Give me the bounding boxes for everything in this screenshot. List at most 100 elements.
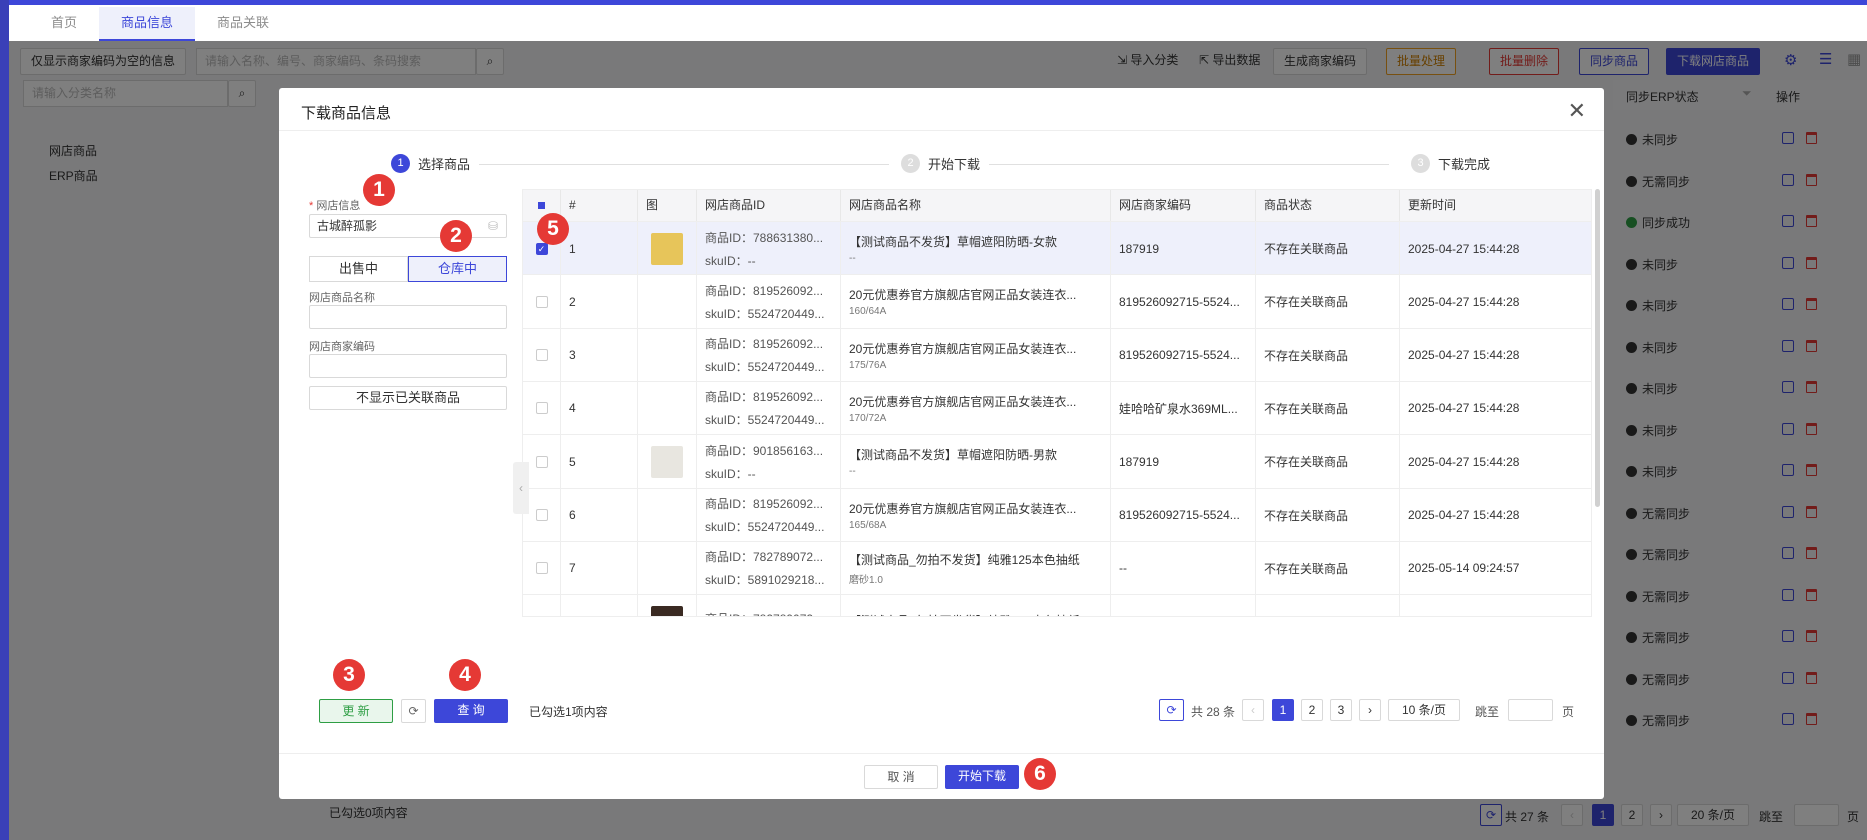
product-spec: 160/64A [849, 306, 887, 318]
sku-id: skuID：-- [705, 466, 756, 481]
shop-info-label: * 网店信息 [309, 197, 360, 213]
product-name: 【测试商品_勿拍不发货】纯雅125本色抽纸 [849, 552, 1080, 567]
page-3-button[interactable]: 3 [1330, 699, 1352, 721]
update-time: 2025-04-27 15:44:28 [1408, 454, 1520, 469]
product-status: 不存在关联商品 [1264, 348, 1349, 363]
sku-id: skuID：5524720449... [705, 413, 825, 428]
table-row[interactable]: 商品ID：782789072... 【测试商品_勿拍不发货】纯雅125本色抽纸 [523, 594, 1591, 616]
product-id: 商品ID：788631380... [705, 230, 824, 245]
product-spec: -- [849, 466, 856, 478]
tab-home[interactable]: 首页 [29, 7, 99, 41]
update-time: 2025-04-27 15:44:28 [1408, 508, 1520, 522]
update-time: 2025-04-27 15:44:28 [1408, 294, 1520, 309]
product-spec: -- [849, 253, 856, 264]
callout-badge-3: 3 [333, 659, 365, 691]
cancel-button[interactable]: 取 消 [864, 765, 938, 789]
row-index: 1 [569, 241, 576, 256]
required-mark: * [309, 200, 314, 212]
update-time: 2025-04-27 15:44:28 [1408, 241, 1520, 256]
pagination-refresh-icon[interactable]: ⟳ [1159, 699, 1184, 721]
row-index: 5 [569, 454, 576, 469]
table-scrollbar[interactable] [1595, 189, 1600, 507]
table-row[interactable]: ✓ 1 商品ID：788631380... skuID：-- 【测试商品不发货】草帽遮阳… [523, 221, 1591, 275]
page-1-button[interactable]: 1 [1272, 699, 1294, 721]
on-sale-option[interactable]: 出售中 [309, 256, 408, 282]
row-checkbox[interactable] [535, 349, 548, 362]
product-thumbnail [651, 445, 683, 478]
close-icon[interactable]: ✕ [1568, 98, 1586, 124]
page-size-select[interactable]: 10 条/页 [1388, 699, 1460, 721]
step-1: 1 选择商品 [391, 154, 470, 173]
merchant-code-label: 网店商家编码 [309, 341, 375, 353]
row-checkbox[interactable] [535, 455, 548, 468]
row-checkbox[interactable] [535, 615, 548, 616]
merchant-code-input[interactable] [309, 354, 507, 378]
refresh-icon[interactable]: ⟳ [401, 699, 426, 723]
product-id: 商品ID：782789072... [705, 550, 824, 565]
in-warehouse-option[interactable]: 仓库中 [408, 256, 507, 282]
total-count: 共 28 条 [1191, 705, 1236, 719]
update-time: 2025-05-14 09:24:57 [1408, 561, 1520, 576]
product-table: # 图 网店商品ID 网店商品名称 网店商家编码 商品状态 更新时间 ✓ 1 商品I… [522, 189, 1592, 617]
query-button[interactable]: 查 询 [434, 699, 508, 723]
product-thumbnail [651, 605, 683, 616]
row-checkbox[interactable] [535, 402, 548, 415]
update-button[interactable]: 更 新 [319, 699, 393, 723]
row-checkbox[interactable] [535, 295, 548, 308]
shop-info-label-text: 网店信息 [316, 200, 361, 212]
jump-page-input[interactable] [1508, 699, 1553, 721]
shop-select[interactable]: 古城醉孤影 ⛁ [309, 214, 507, 238]
product-name: 20元优惠券官方旗舰店官网正品女装连衣... [849, 341, 1077, 356]
col-product-status: 商品状态 [1256, 190, 1400, 221]
sku-id: skuID：5524720449... [705, 360, 825, 375]
next-page-button[interactable]: › [1359, 699, 1381, 721]
product-id: 商品ID：819526092... [705, 497, 824, 511]
merchant-code: 娃哈哈矿泉水369ML... [1119, 401, 1238, 416]
step-1-num: 1 [391, 154, 410, 173]
update-time: 2025-04-27 15:44:28 [1408, 401, 1520, 416]
row-index: 3 [569, 348, 576, 363]
product-status: 不存在关联商品 [1264, 295, 1349, 310]
start-download-button[interactable]: 开始下载 [945, 765, 1019, 789]
callout-badge-5: 5 [537, 213, 569, 245]
sku-id: skuID：-- [705, 253, 756, 268]
row-checkbox[interactable]: ✓ [535, 242, 548, 255]
product-name: 【测试商品不发货】草帽遮阳防晒-男款 [849, 448, 1057, 463]
product-status: 不存在关联商品 [1264, 401, 1349, 416]
update-time: 2025-04-27 15:44:28 [1408, 348, 1520, 363]
table-row[interactable]: 3 商品ID：819526092... skuID：5524720449... 20元… [523, 327, 1591, 382]
col-index: # [561, 190, 638, 221]
product-spec: 165/68A [849, 519, 887, 531]
table-row[interactable]: 5 商品ID：901856163... skuID：-- 【测试商品不发货】草帽遮阳防… [523, 434, 1591, 489]
product-thumbnail [651, 232, 683, 265]
merchant-code: 819526092715-5524... [1119, 348, 1240, 363]
step-3: 3 下载完成 [1411, 154, 1490, 173]
table-row[interactable]: 6 商品ID：819526092... skuID：5524720449... 20元… [523, 487, 1591, 542]
selected-count: 已勾选1项内容 [529, 705, 608, 719]
prev-page-button[interactable]: ‹ [1242, 699, 1264, 721]
row-checkbox[interactable] [535, 509, 548, 521]
tab-product-info[interactable]: 商品信息 [99, 7, 196, 41]
product-name: 【测试商品_勿拍不发货】纯雅125本色抽纸 [849, 612, 1110, 616]
product-spec: 170/72A [849, 412, 887, 424]
product-name-input[interactable] [309, 305, 507, 329]
row-index: 7 [569, 561, 576, 576]
page-unit: 页 [1562, 705, 1575, 719]
merchant-code: 819526092715-5524... [1119, 508, 1240, 522]
collapse-handle[interactable]: ‹ [513, 462, 529, 514]
product-status: 不存在关联商品 [1264, 508, 1349, 523]
tab-product-link[interactable]: 商品关联 [195, 7, 291, 41]
left-edge-bar [0, 0, 9, 840]
product-status: 不存在关联商品 [1264, 455, 1349, 470]
hide-linked-button[interactable]: 不显示已关联商品 [309, 386, 507, 410]
row-checkbox[interactable] [535, 562, 548, 575]
table-row[interactable]: 7 商品ID：782789072... skuID：5891029218... 【测试… [523, 540, 1591, 595]
product-id: 商品ID：819526092... [705, 283, 824, 298]
merchant-code: 187919 [1119, 454, 1160, 469]
callout-badge-4: 4 [449, 659, 481, 691]
col-image: 图 [638, 190, 697, 221]
page-2-button[interactable]: 2 [1301, 699, 1323, 721]
table-row[interactable]: 2 商品ID：819526092... skuID：5524720449... 20元… [523, 274, 1591, 329]
product-id: 商品ID：901856163... [705, 443, 824, 458]
table-row[interactable]: 4 商品ID：819526092... skuID：5524720449... 20元… [523, 380, 1591, 435]
